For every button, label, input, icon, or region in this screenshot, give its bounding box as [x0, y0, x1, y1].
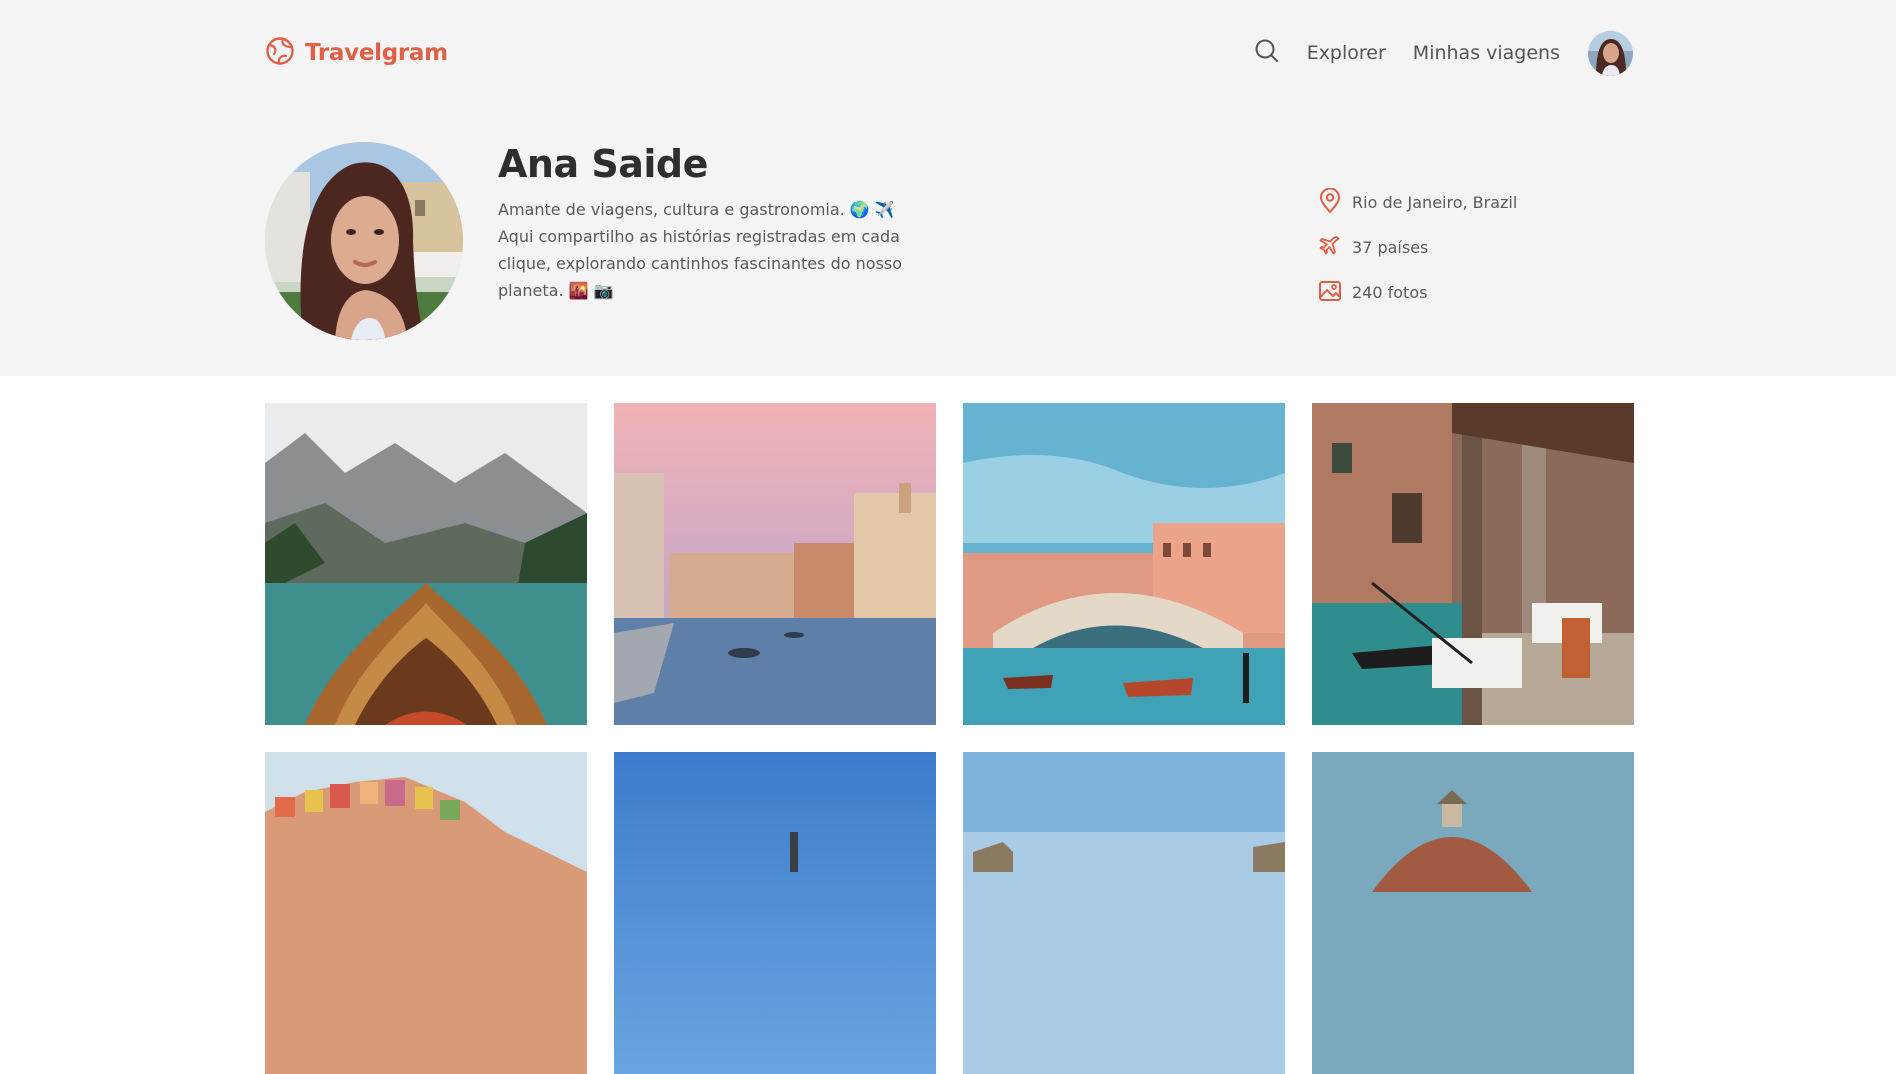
- photo-tile[interactable]: [614, 403, 936, 725]
- profile-stats: Rio de Janeiro, Brazil 37 países 240 fot…: [1318, 180, 1517, 315]
- photo-tile[interactable]: [1312, 752, 1634, 1074]
- photo-tile[interactable]: [963, 403, 1285, 725]
- image-icon: [1318, 279, 1342, 307]
- location-pin-icon: [1318, 187, 1342, 218]
- nav-explorer[interactable]: Explorer: [1307, 42, 1386, 64]
- photo-tile[interactable]: [265, 403, 587, 725]
- photo-tile[interactable]: [1312, 403, 1634, 725]
- brand[interactable]: Travelgram: [265, 36, 448, 70]
- top-nav: Travelgram Explorer Minhas viagens: [265, 30, 1633, 76]
- search-icon[interactable]: [1254, 38, 1280, 68]
- profile-avatar: [265, 142, 463, 340]
- photo-tile[interactable]: [614, 752, 936, 1074]
- profile-name: Ana Saide: [498, 142, 708, 186]
- location-text: Rio de Janeiro, Brazil: [1352, 193, 1518, 212]
- countries-text: 37 países: [1352, 238, 1429, 257]
- airplane-icon: [1318, 233, 1342, 263]
- stat-location: Rio de Janeiro, Brazil: [1318, 180, 1517, 225]
- stat-countries: 37 países: [1318, 225, 1517, 270]
- user-avatar[interactable]: [1588, 30, 1633, 76]
- photo-tile[interactable]: [963, 752, 1285, 1074]
- profile-bio: Amante de viagens, cultura e gastronomia…: [498, 200, 902, 300]
- globe-icon: [265, 36, 295, 70]
- brand-name: Travelgram: [305, 40, 448, 66]
- stat-photos: 240 fotos: [1318, 270, 1517, 315]
- nav-minhas-viagens[interactable]: Minhas viagens: [1413, 42, 1560, 64]
- profile-header: Travelgram Explorer Minhas viagens Ana S…: [0, 0, 1896, 376]
- photo-tile[interactable]: [265, 752, 587, 1074]
- photos-text: 240 fotos: [1352, 283, 1428, 302]
